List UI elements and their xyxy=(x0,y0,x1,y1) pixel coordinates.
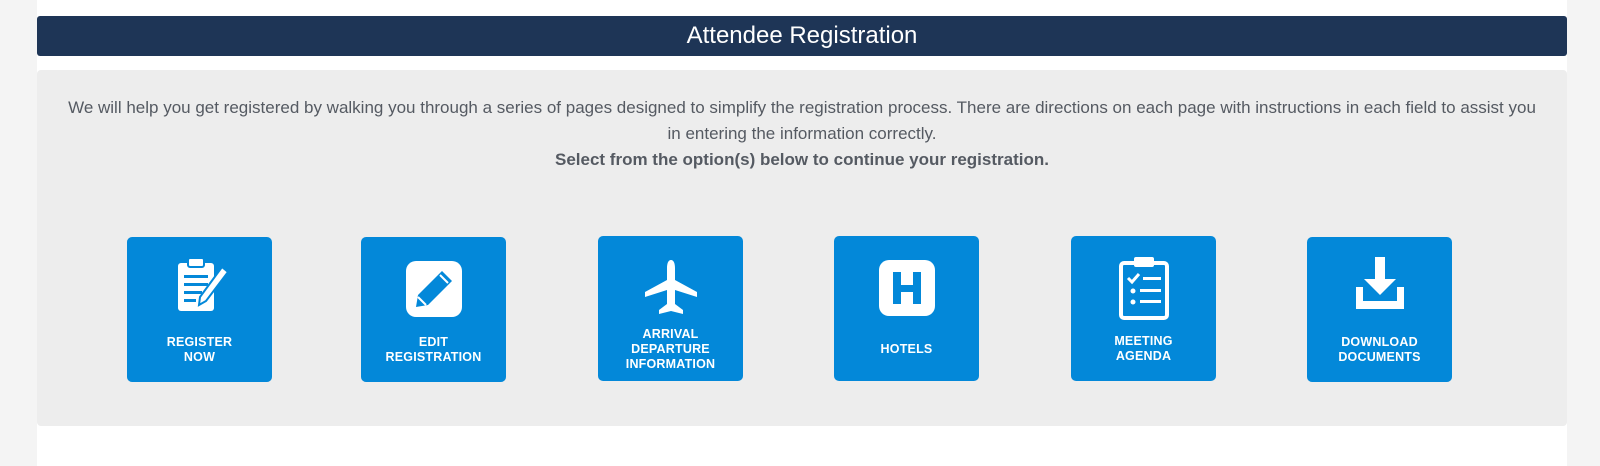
meeting-agenda-button[interactable]: MEETING AGENDA xyxy=(1071,236,1216,381)
clipboard-pen-icon xyxy=(177,257,229,311)
tile-label: MEETING AGENDA xyxy=(1114,334,1173,363)
page: Attendee Registration We will help you g… xyxy=(37,0,1567,466)
hotels-button[interactable]: HOTELS xyxy=(834,236,979,381)
intro-text: We will help you get registered by walki… xyxy=(67,95,1537,173)
airplane-icon xyxy=(644,260,697,314)
registration-panel: We will help you get registered by walki… xyxy=(37,70,1567,426)
hotel-h-icon xyxy=(878,260,935,316)
intro-instruction: Select from the option(s) below to conti… xyxy=(555,150,1049,169)
tile-label: EDIT REGISTRATION xyxy=(385,335,482,364)
edit-registration-button[interactable]: EDIT REGISTRATION xyxy=(361,237,506,382)
checklist-clipboard-icon xyxy=(1118,257,1169,320)
register-now-button[interactable]: REGISTER NOW xyxy=(127,237,272,382)
tile-label: HOTELS xyxy=(880,342,933,356)
tile-label: REGISTER NOW xyxy=(166,335,233,364)
intro-paragraph: We will help you get registered by walki… xyxy=(68,98,1536,143)
tile-label: ARRIVAL DEPARTURE INFORMATION xyxy=(625,327,716,371)
pencil-square-icon xyxy=(405,261,462,317)
page-title: Attendee Registration xyxy=(37,16,1567,56)
download-icon xyxy=(1355,257,1404,309)
tile-label: DOWNLOAD DOCUMENTS xyxy=(1338,335,1421,364)
download-documents-button[interactable]: DOWNLOAD DOCUMENTS xyxy=(1307,237,1452,382)
arrival-departure-button[interactable]: ARRIVAL DEPARTURE INFORMATION xyxy=(598,236,743,381)
